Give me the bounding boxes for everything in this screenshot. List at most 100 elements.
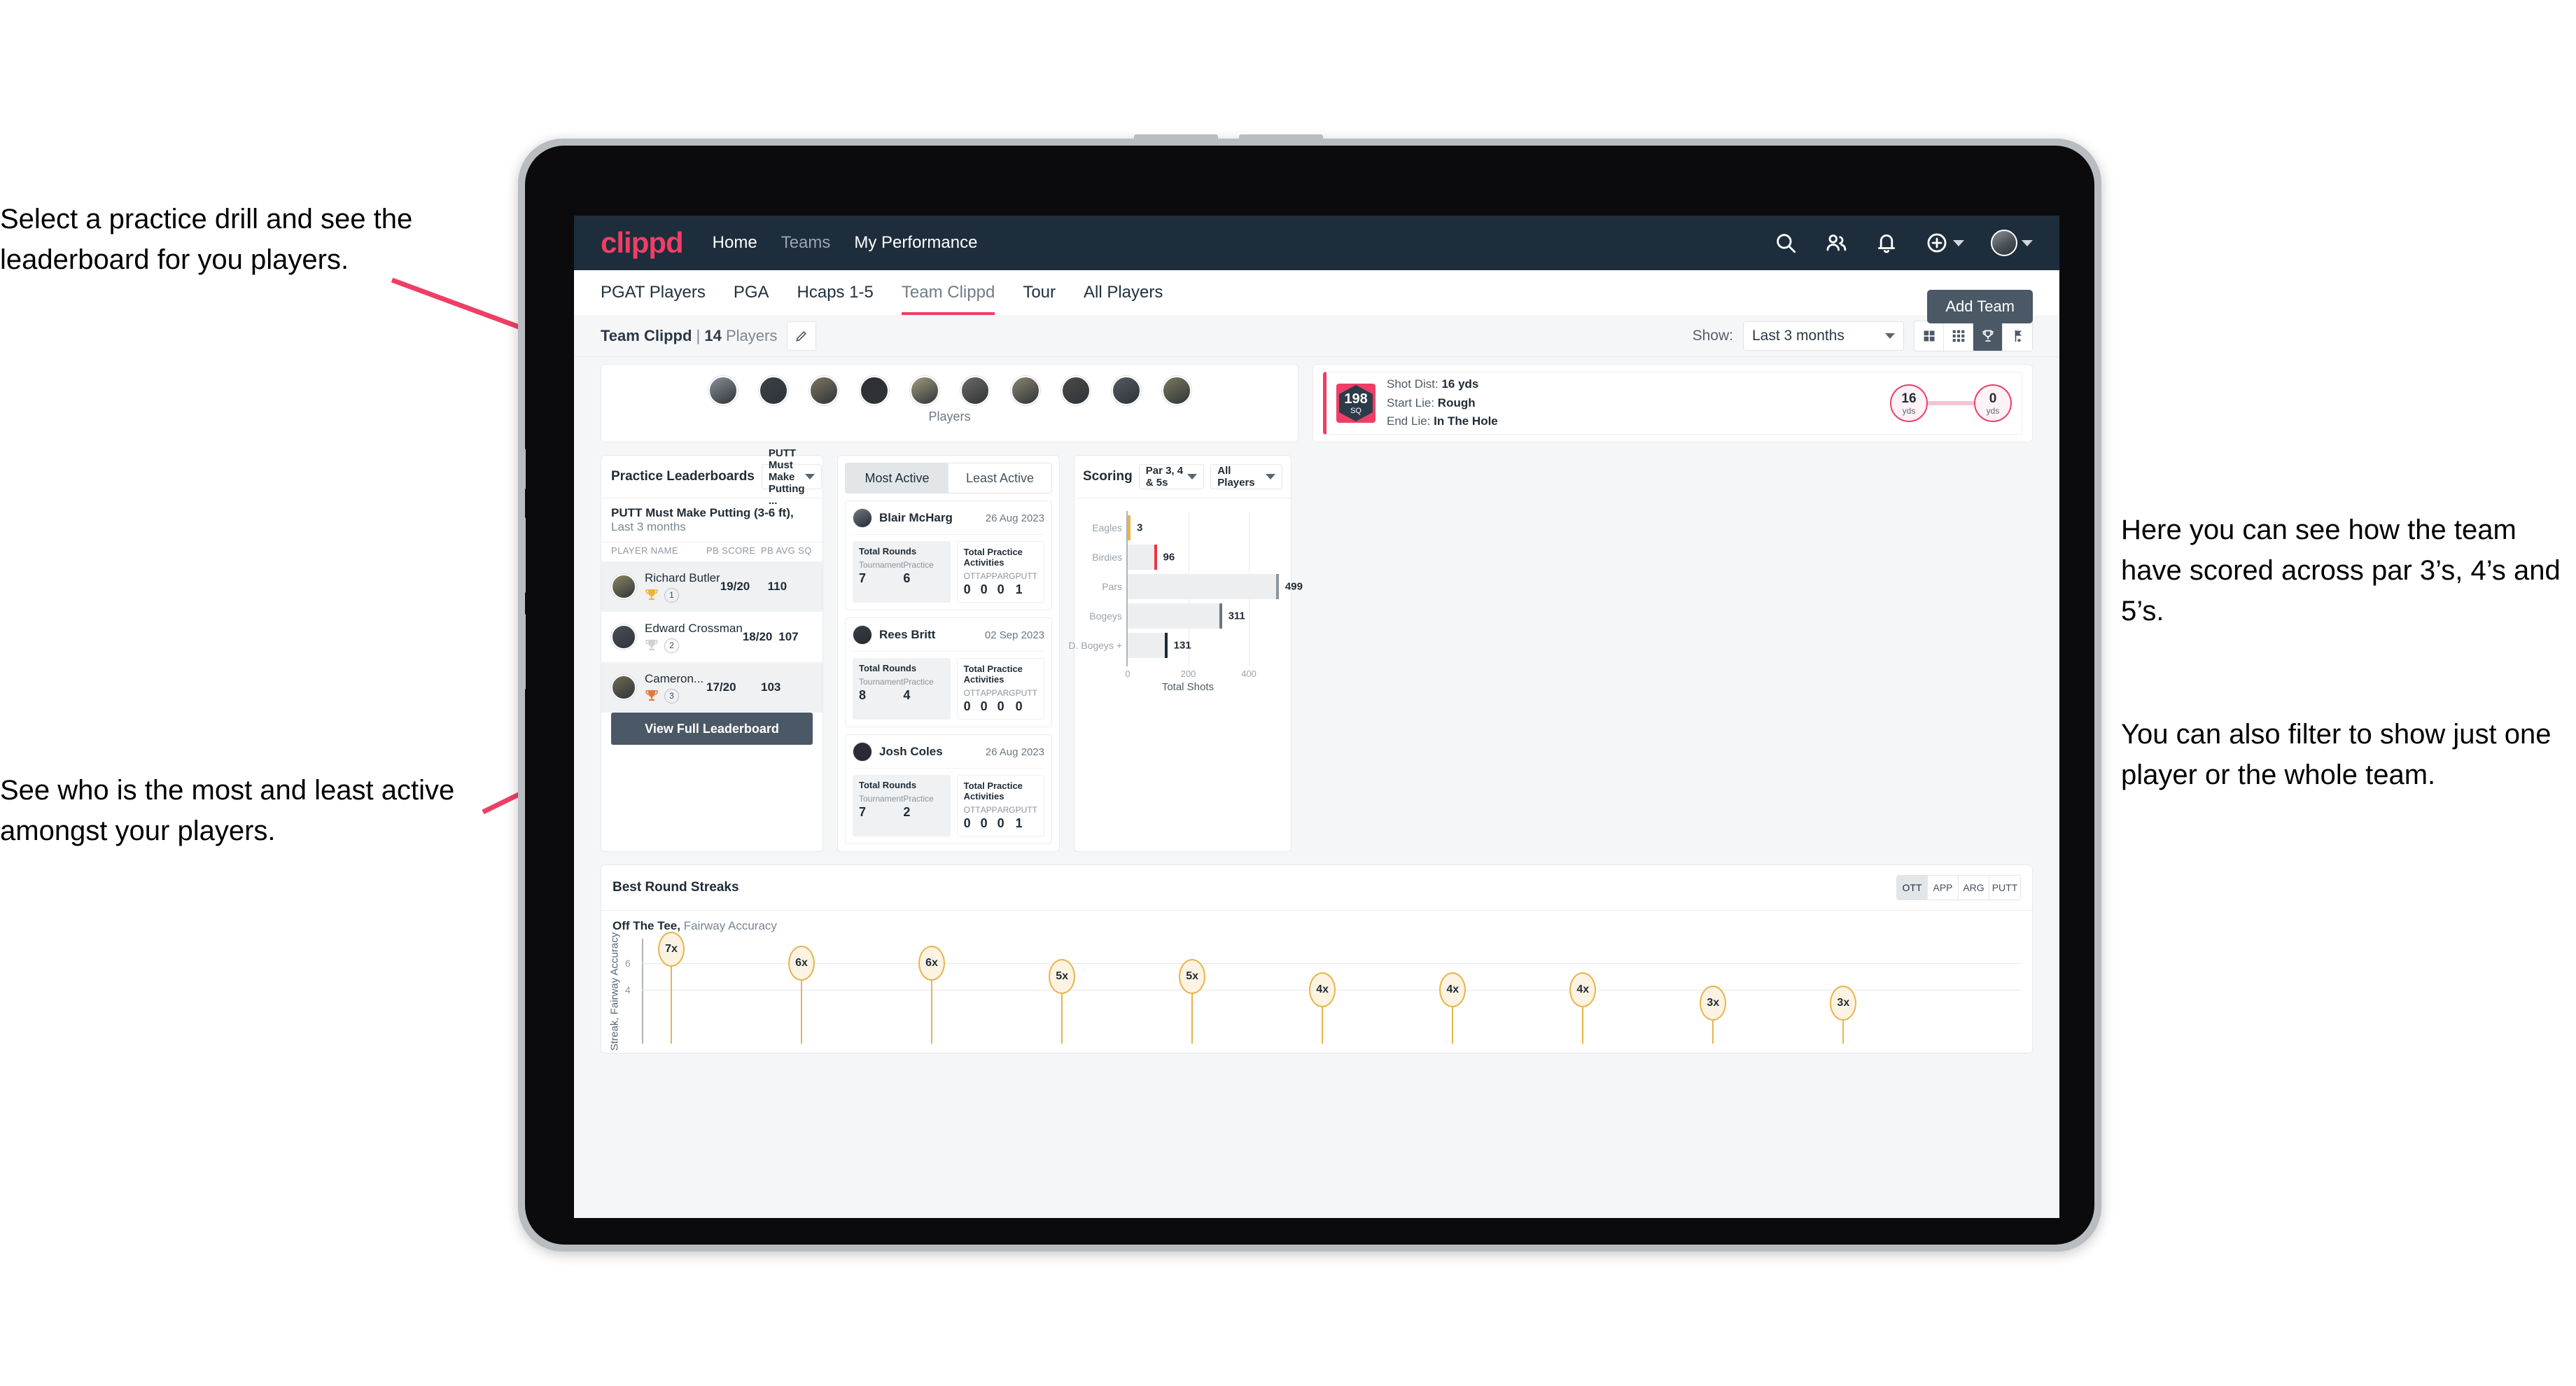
player-avatar[interactable] [1161, 376, 1191, 405]
people-icon[interactable] [1824, 231, 1848, 255]
player-name: Cameron... [645, 671, 704, 685]
nav-link-home[interactable]: Home [713, 233, 757, 253]
best-round-streaks-card: Best Round Streaks OTT APP ARG PUTT Off … [601, 864, 2033, 1054]
streaks-marker[interactable]: 5x [1049, 958, 1076, 994]
rounds-column: Tournament 7 [859, 794, 903, 820]
chart-bar [1128, 545, 1157, 570]
nav-right-group [1774, 230, 2033, 256]
grid-large-icon [1924, 330, 1934, 341]
tab-team-clippd[interactable]: Team Clippd [901, 270, 995, 315]
dashboard-content: Players 198 SQ Shot Dist: 16 yds Start L… [574, 357, 2059, 1054]
avatar[interactable] [1991, 230, 2017, 256]
chevron-down-icon [1266, 474, 1275, 479]
leaderboard-row[interactable]: Edward Crossman 2 18/20 107 [601, 612, 822, 662]
add-menu[interactable] [1925, 231, 1964, 255]
drill-select[interactable]: PUTT Must Make Putting ... [761, 447, 822, 507]
nav-link-my-performance[interactable]: My Performance [854, 233, 977, 253]
player-avatar[interactable] [808, 376, 839, 405]
player-avatar[interactable] [708, 376, 738, 405]
middle-row: Practice Leaderboards PUTT Must Make Put… [601, 447, 2033, 852]
streaks-toggle-ott[interactable]: OTT [1897, 876, 1928, 899]
total-practice-block: Total Practice Activities OTT 0 APP 0 ARG 0 PUT… [956, 775, 1044, 836]
activity-item[interactable]: Rees Britt 02 Sep 2023 Total Rounds Tournam… [845, 617, 1052, 727]
bell-icon[interactable] [1875, 231, 1898, 255]
player-avatar[interactable] [909, 376, 939, 405]
chart-bar-cap [1275, 574, 1279, 599]
rounds-label: Tournament [859, 794, 904, 804]
streaks-category-toggle: OTT APP ARG PUTT [1896, 875, 2021, 900]
streaks-marker[interactable]: 6x [918, 945, 946, 981]
streaks-marker[interactable]: 5x [1179, 958, 1206, 994]
streaks-y-tick: 4 [625, 984, 631, 996]
practice-value: 0 [963, 816, 971, 830]
practice-column: PUTT 1 [1016, 805, 1037, 831]
tab-pgat-players[interactable]: PGAT Players [601, 270, 706, 315]
trophy-icon [645, 589, 658, 601]
plus-circle-icon[interactable] [1925, 231, 1949, 255]
leaderboard-row[interactable]: Cameron... 3 17/20 103 [601, 662, 822, 713]
tab-all-players[interactable]: All Players [1084, 270, 1163, 315]
streaks-marker[interactable]: 7x [658, 932, 685, 967]
clippd-logo[interactable]: clippd [601, 226, 684, 260]
leaderboard-drill-name: PUTT Must Make Putting (3-6 ft), [611, 506, 794, 519]
add-team-button[interactable]: Add Team [1927, 290, 2033, 323]
team-subheader: Team Clippd | 14 Players Show: Last 3 mo… [574, 315, 2059, 357]
practice-column: OTT 0 [964, 571, 981, 597]
activity-item[interactable]: Blair McHarg 26 Aug 2023 Total Rounds Tourn… [845, 500, 1052, 610]
shot-distance-diagram: 16 yds 0 yds [1890, 384, 2012, 422]
view-full-leaderboard-button[interactable]: View Full Leaderboard [611, 713, 813, 745]
streaks-subtitle: Off The Tee, Fairway Accuracy [601, 911, 2032, 933]
activity-card: Most Active Least Active Blair McHarg 26 … [837, 455, 1060, 852]
streaks-toggle-arg[interactable]: ARG [1959, 876, 1989, 899]
activity-date: 02 Sep 2023 [984, 629, 1044, 641]
practice-column: APP 0 [981, 805, 997, 831]
leaderboard-row[interactable]: Richard Butler 1 19/20 110 [601, 561, 822, 612]
player-avatar[interactable] [1111, 376, 1141, 405]
tab-pga[interactable]: PGA [734, 270, 769, 315]
streaks-marker[interactable]: 4x [1439, 972, 1466, 1008]
streaks-marker[interactable]: 4x [1309, 972, 1336, 1008]
nav-link-teams[interactable]: Teams [781, 233, 831, 253]
start-distance-value: 16 [1901, 391, 1917, 406]
tab-tour[interactable]: Tour [1023, 270, 1056, 315]
total-practice-block: Total Practice Activities OTT 0 APP 0 ARG 0 PUT… [956, 541, 1044, 603]
streaks-marker[interactable]: 6x [788, 945, 816, 981]
practice-column: OTT 0 [964, 688, 981, 714]
player-filter-select[interactable]: All Players [1210, 464, 1282, 489]
view-grid-small-button[interactable] [1944, 321, 1973, 351]
top-row: Players 198 SQ Shot Dist: 16 yds Start L… [601, 364, 2033, 442]
view-grid-large-button[interactable] [1914, 321, 1944, 351]
chart-category-label: Pars [1102, 581, 1122, 592]
search-icon[interactable] [1774, 231, 1798, 255]
practice-label: OTT [963, 805, 981, 815]
show-label: Show: [1692, 327, 1733, 344]
device-button-side-1 [520, 448, 526, 490]
tab-most-active[interactable]: Most Active [846, 463, 948, 493]
edit-team-button[interactable] [787, 321, 817, 351]
show-period-select[interactable]: Last 3 months [1743, 321, 1904, 351]
par-filter-select[interactable]: Par 3, 4 & 5s [1138, 464, 1205, 489]
tab-hcaps-1-5[interactable]: Hcaps 1-5 [797, 270, 874, 315]
activity-item[interactable]: Josh Coles 26 Aug 2023 Total Rounds Tournam… [845, 734, 1052, 844]
streaks-toggle-app[interactable]: APP [1928, 876, 1959, 899]
practice-leaderboard-card: Practice Leaderboards PUTT Must Make Put… [601, 447, 823, 852]
view-trophy-button[interactable] [1973, 321, 2003, 351]
player-avatar[interactable] [960, 376, 990, 405]
tablet-device: clippd Home Teams My Performance PGAT Pl… [518, 134, 2101, 1252]
streaks-marker[interactable]: 3x [1700, 986, 1727, 1021]
player-avatar[interactable] [1010, 376, 1040, 405]
total-practice-header: Total Practice Activities [963, 664, 1023, 685]
account-menu[interactable] [1991, 230, 2033, 256]
tab-least-active[interactable]: Least Active [948, 463, 1051, 493]
player-name: Josh Coles [879, 745, 943, 758]
streaks-marker[interactable]: 3x [1830, 986, 1857, 1021]
practice-label: PUTT [1015, 688, 1037, 698]
streaks-toggle-putt[interactable]: PUTT [1989, 876, 2020, 899]
player-avatar[interactable] [859, 376, 889, 405]
streaks-marker[interactable]: 4x [1569, 972, 1597, 1008]
player-avatar[interactable] [1060, 376, 1091, 405]
par-filter-value: Par 3, 4 & 5s [1145, 465, 1184, 489]
tablet-bezel: clippd Home Teams My Performance PGAT Pl… [520, 146, 2094, 1245]
view-flag-button[interactable] [2003, 321, 2032, 351]
player-avatar[interactable] [758, 376, 788, 405]
